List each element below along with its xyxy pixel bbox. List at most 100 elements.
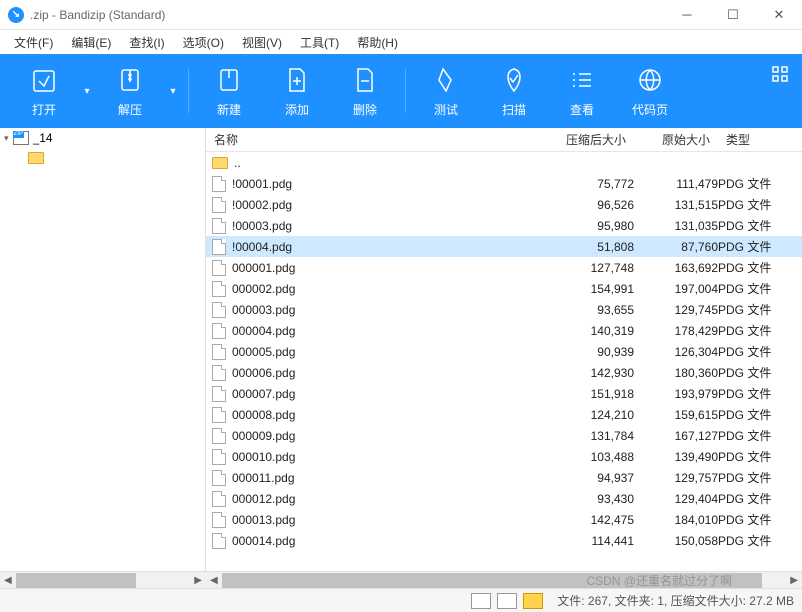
open-button[interactable]: 打开 (10, 54, 78, 128)
delete-label: 删除 (353, 101, 377, 118)
file-icon (212, 323, 226, 339)
file-row[interactable]: !00003.pdg95,980131,035PDG 文件 (206, 215, 802, 236)
file-type: PDG 文件 (718, 469, 802, 486)
file-original: 163,692 (634, 261, 718, 275)
file-row[interactable]: 000008.pdg124,210159,615PDG 文件 (206, 404, 802, 425)
menu-options[interactable]: 选项(O) (175, 32, 232, 53)
test-label: 测试 (434, 101, 458, 118)
file-type: PDG 文件 (718, 406, 802, 423)
test-button[interactable]: 测试 (412, 54, 480, 128)
col-compressed[interactable]: 压缩后大小 (514, 131, 634, 148)
file-row[interactable]: 000003.pdg93,655129,745PDG 文件 (206, 299, 802, 320)
file-compressed: 131,784 (514, 429, 634, 443)
delete-button[interactable]: 删除 (331, 54, 399, 128)
file-row[interactable]: 000004.pdg140,319178,429PDG 文件 (206, 320, 802, 341)
codepage-button[interactable]: 代码页 (616, 54, 684, 128)
scan-button[interactable]: 扫描 (480, 54, 548, 128)
extract-dropdown[interactable]: ▾ (164, 54, 182, 128)
col-original[interactable]: 原始大小 (634, 131, 718, 148)
menu-view[interactable]: 视图(V) (234, 32, 290, 53)
file-compressed: 142,930 (514, 366, 634, 380)
col-type[interactable]: 类型 (718, 131, 802, 148)
tree-hscroll[interactable]: ◀▶ (0, 571, 206, 588)
file-original: 184,010 (634, 513, 718, 527)
scan-label: 扫描 (502, 101, 526, 118)
file-original: 180,360 (634, 366, 718, 380)
add-button[interactable]: 添加 (263, 54, 331, 128)
add-icon (282, 65, 312, 95)
menu-help[interactable]: 帮助(H) (349, 32, 406, 53)
file-original: 129,404 (634, 492, 718, 506)
file-name: 000014.pdg (232, 534, 295, 548)
codepage-icon (635, 65, 665, 95)
app-icon: ↘ (8, 7, 24, 23)
menu-edit[interactable]: 编辑(E) (63, 32, 119, 53)
file-icon (212, 197, 226, 213)
file-icon (212, 533, 226, 549)
file-row[interactable]: !00001.pdg75,772111,479PDG 文件 (206, 173, 802, 194)
file-icon (212, 365, 226, 381)
file-original: 150,058 (634, 534, 718, 548)
file-row[interactable]: 000005.pdg90,939126,304PDG 文件 (206, 341, 802, 362)
file-original: 159,615 (634, 408, 718, 422)
maximize-button[interactable]: ☐ (710, 0, 756, 30)
parent-dir-row[interactable]: .. (206, 152, 802, 173)
file-name: !00002.pdg (232, 198, 292, 212)
file-icon (212, 512, 226, 528)
file-row[interactable]: 000012.pdg93,430129,404PDG 文件 (206, 488, 802, 509)
file-name: 000012.pdg (232, 492, 295, 506)
scrollbars: ◀▶ ◀▶ (0, 571, 802, 588)
file-compressed: 151,918 (514, 387, 634, 401)
file-row[interactable]: !00002.pdg96,526131,515PDG 文件 (206, 194, 802, 215)
file-type: PDG 文件 (718, 490, 802, 507)
content-area: ▾ _14 名称 压缩后大小 原始大小 类型 .. !00001.pdg75,7… (0, 128, 802, 571)
file-row[interactable]: 000011.pdg94,937129,757PDG 文件 (206, 467, 802, 488)
open-label: 打开 (32, 101, 56, 118)
open-dropdown[interactable]: ▾ (78, 54, 96, 128)
extract-button[interactable]: 解压 (96, 54, 164, 128)
file-icon (212, 344, 226, 360)
file-icon (212, 428, 226, 444)
folder-icon (212, 157, 228, 169)
file-compressed: 142,475 (514, 513, 634, 527)
file-icon (212, 407, 226, 423)
file-name: 000002.pdg (232, 282, 295, 296)
file-row[interactable]: 000009.pdg131,784167,127PDG 文件 (206, 425, 802, 446)
toolbar-separator (188, 69, 189, 113)
titlebar: ↘ .zip - Bandizip (Standard) ─ ☐ ✕ (0, 0, 802, 30)
close-button[interactable]: ✕ (756, 0, 802, 30)
view-button[interactable]: 查看 (548, 54, 616, 128)
file-row[interactable]: !00004.pdg51,80887,760PDG 文件 (206, 236, 802, 257)
folder-tree[interactable]: ▾ _14 (0, 128, 206, 571)
file-name: !00003.pdg (232, 219, 292, 233)
menu-find[interactable]: 查找(I) (121, 32, 172, 53)
file-original: 87,760 (634, 240, 718, 254)
list-hscroll[interactable]: ◀▶ (206, 571, 802, 588)
file-row[interactable]: 000002.pdg154,991197,004PDG 文件 (206, 278, 802, 299)
file-row[interactable]: 000013.pdg142,475184,010PDG 文件 (206, 509, 802, 530)
file-original: 193,979 (634, 387, 718, 401)
file-original: 131,515 (634, 198, 718, 212)
folder-icon (28, 152, 44, 164)
file-icon (212, 449, 226, 465)
file-row[interactable]: 000001.pdg127,748163,692PDG 文件 (206, 257, 802, 278)
file-type: PDG 文件 (718, 259, 802, 276)
file-row[interactable]: 000010.pdg103,488139,490PDG 文件 (206, 446, 802, 467)
file-row[interactable]: 000007.pdg151,918193,979PDG 文件 (206, 383, 802, 404)
file-name: 000006.pdg (232, 366, 295, 380)
file-compressed: 90,939 (514, 345, 634, 359)
file-row[interactable]: 000006.pdg142,930180,360PDG 文件 (206, 362, 802, 383)
file-name: 000001.pdg (232, 261, 295, 275)
file-name: !00004.pdg (232, 240, 292, 254)
file-row[interactable]: 000014.pdg114,441150,058PDG 文件 (206, 530, 802, 551)
new-button[interactable]: 新建 (195, 54, 263, 128)
minimize-button[interactable]: ─ (664, 0, 710, 30)
toolbar-grid-icon[interactable] (772, 66, 788, 87)
tree-root[interactable]: ▾ _14 (0, 128, 205, 148)
col-name[interactable]: 名称 (206, 131, 514, 148)
tree-folder[interactable] (0, 148, 205, 168)
menu-tools[interactable]: 工具(T) (292, 32, 347, 53)
file-type: PDG 文件 (718, 196, 802, 213)
menu-file[interactable]: 文件(F) (6, 32, 61, 53)
file-original: 126,304 (634, 345, 718, 359)
